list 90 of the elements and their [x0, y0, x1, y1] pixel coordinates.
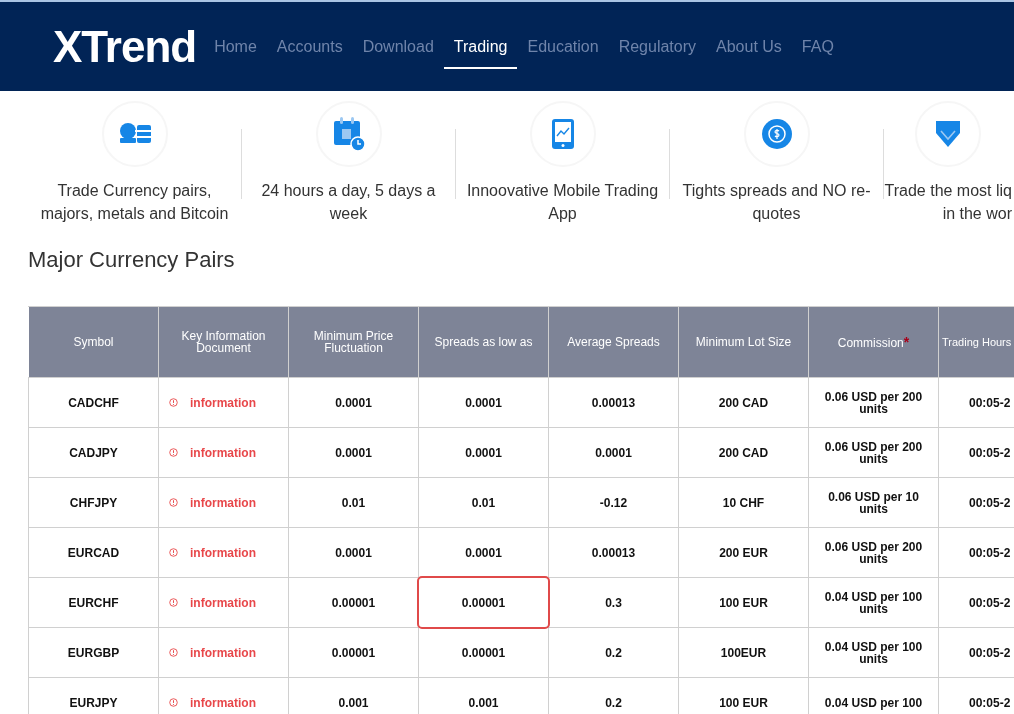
- table-cell-text: 200 CAD: [718, 395, 769, 410]
- table-cell-text: 00:05-2: [969, 445, 1011, 460]
- table-cell-text: 0.001: [338, 695, 369, 710]
- info-icon: [169, 598, 178, 608]
- nav-link[interactable]: About Us: [706, 34, 792, 69]
- logo[interactable]: XTrend: [53, 24, 197, 69]
- table-cell-text: 0.0001: [465, 445, 502, 460]
- info-icon: [169, 398, 178, 408]
- column-header: Minimum Lot Size: [678, 306, 809, 378]
- document-link[interactable]: information: [190, 446, 256, 459]
- table-cell-text: 10 CHF: [722, 495, 765, 510]
- symbol-text: EURCAD: [67, 545, 120, 560]
- table-cell-text: 0.001: [468, 695, 499, 710]
- table-cell-text: 0.0001: [595, 445, 632, 460]
- table-cell-text: 0.06 USD per 200 units: [823, 540, 924, 565]
- table-cell-text: 0.00001: [331, 645, 376, 660]
- table-cell-text: 0.0001: [465, 545, 502, 560]
- column-header: Commission*: [808, 306, 939, 378]
- feature-text: Innoovative Mobile Trading App: [465, 181, 660, 224]
- nav-link[interactable]: Education: [517, 34, 609, 69]
- nav-link[interactable]: Accounts: [266, 34, 353, 69]
- table-cell-text: 0.0001: [335, 395, 372, 410]
- table-cell-text: 00:05-2: [969, 545, 1011, 560]
- column-header: Minimum Price Fluctuation: [288, 306, 419, 378]
- nav-link[interactable]: FAQ: [791, 34, 844, 69]
- table-cell-text: 0.01: [341, 495, 366, 510]
- table-cell-text: 100 EUR: [719, 595, 768, 610]
- table-cell-text: 0.0001: [335, 545, 372, 560]
- info-icon: [169, 698, 178, 708]
- feature-text: 24 hours a day, 5 days a week: [260, 181, 437, 224]
- table-cell-text: 00:05-2: [969, 495, 1011, 510]
- nav-link[interactable]: Regulatory: [608, 34, 706, 69]
- diamond-icon: [933, 119, 963, 149]
- feature-text: Trade Currency pairs, majors, metals and Bitcoin: [39, 181, 230, 224]
- table-cell-text: 200 CAD: [718, 445, 769, 460]
- section-title: Major Currency Pairs: [28, 247, 236, 274]
- column-header: Key Information Document: [158, 306, 289, 378]
- nav-link[interactable]: Home: [204, 34, 267, 69]
- table-cell-text: -0.12: [599, 495, 628, 510]
- table-cell-text: 0.00001: [331, 595, 376, 610]
- tablet-chart-icon: [550, 118, 575, 150]
- document-link[interactable]: information: [190, 596, 256, 609]
- table-cell-text: 0.0001: [335, 445, 372, 460]
- column-header: Spreads as low as: [418, 306, 549, 378]
- feature-text: Tights spreads and NO re- quotes: [681, 181, 872, 224]
- symbol-text: EURGBP: [67, 645, 120, 660]
- document-link[interactable]: information: [190, 496, 256, 509]
- table-cell-text: 0.3: [605, 595, 622, 610]
- table-cell-text: 0.04 USD per 100 units: [823, 640, 924, 665]
- table-cell-text: 0.06 USD per 10 units: [827, 490, 920, 515]
- symbol-text: CADJPY: [69, 445, 118, 460]
- table-cell-text: 0.00001: [461, 595, 506, 610]
- table-cell-text: 0.00001: [461, 645, 506, 660]
- nav-link[interactable]: Download: [352, 34, 444, 69]
- table-cell-text: 00:05-2: [969, 395, 1011, 410]
- table-cell-text: 0.06 USD per 200 units: [823, 390, 924, 415]
- document-link[interactable]: information: [190, 696, 256, 709]
- table-cell-text: 100 EUR: [719, 695, 768, 710]
- column-header: Trading Hours: [938, 306, 1014, 378]
- dollar-coin-icon: [760, 118, 793, 150]
- symbol-text: EURJPY: [69, 695, 118, 710]
- info-icon: [169, 498, 178, 508]
- column-header: Symbol: [28, 306, 159, 378]
- info-icon: [169, 548, 178, 558]
- table-cell-text: 00:05-2: [969, 695, 1011, 710]
- table-cell-text: 0.04 USD per 100 units: [823, 590, 924, 615]
- table-cell-text: 100EUR: [720, 645, 767, 660]
- table-cell-text: 0.2: [605, 695, 622, 710]
- table-cell-text: 0.0001: [465, 395, 502, 410]
- table-cell-text: 0.04 USD per 100: [824, 696, 923, 709]
- table-cell-text: 0.00013: [591, 395, 636, 410]
- symbol-text: CADCHF: [68, 395, 119, 410]
- symbol-text: CHFJPY: [69, 495, 118, 510]
- document-link[interactable]: information: [190, 546, 256, 559]
- table-cell-text: 200 EUR: [719, 545, 768, 560]
- column-header: Average Spreads: [548, 306, 679, 378]
- calendar-clock-icon: [331, 116, 366, 152]
- symbol-text: EURCHF: [68, 595, 119, 610]
- info-icon: [169, 448, 178, 458]
- table-cell-text: 0.00013: [591, 545, 636, 560]
- feature-text: Trade the most liq in the wor: [884, 181, 1012, 224]
- table-cell-text: 0.2: [605, 645, 622, 660]
- document-link[interactable]: information: [190, 646, 256, 659]
- table-cell-text: 00:05-2: [969, 595, 1011, 610]
- table-cell-text: 00:05-2: [969, 645, 1011, 660]
- document-link[interactable]: information: [190, 396, 256, 409]
- table-cell-text: 0.06 USD per 200 units: [823, 440, 924, 465]
- nav-link[interactable]: Trading: [443, 34, 518, 69]
- table-cell-text: 0.01: [471, 495, 496, 510]
- info-icon: [169, 648, 178, 658]
